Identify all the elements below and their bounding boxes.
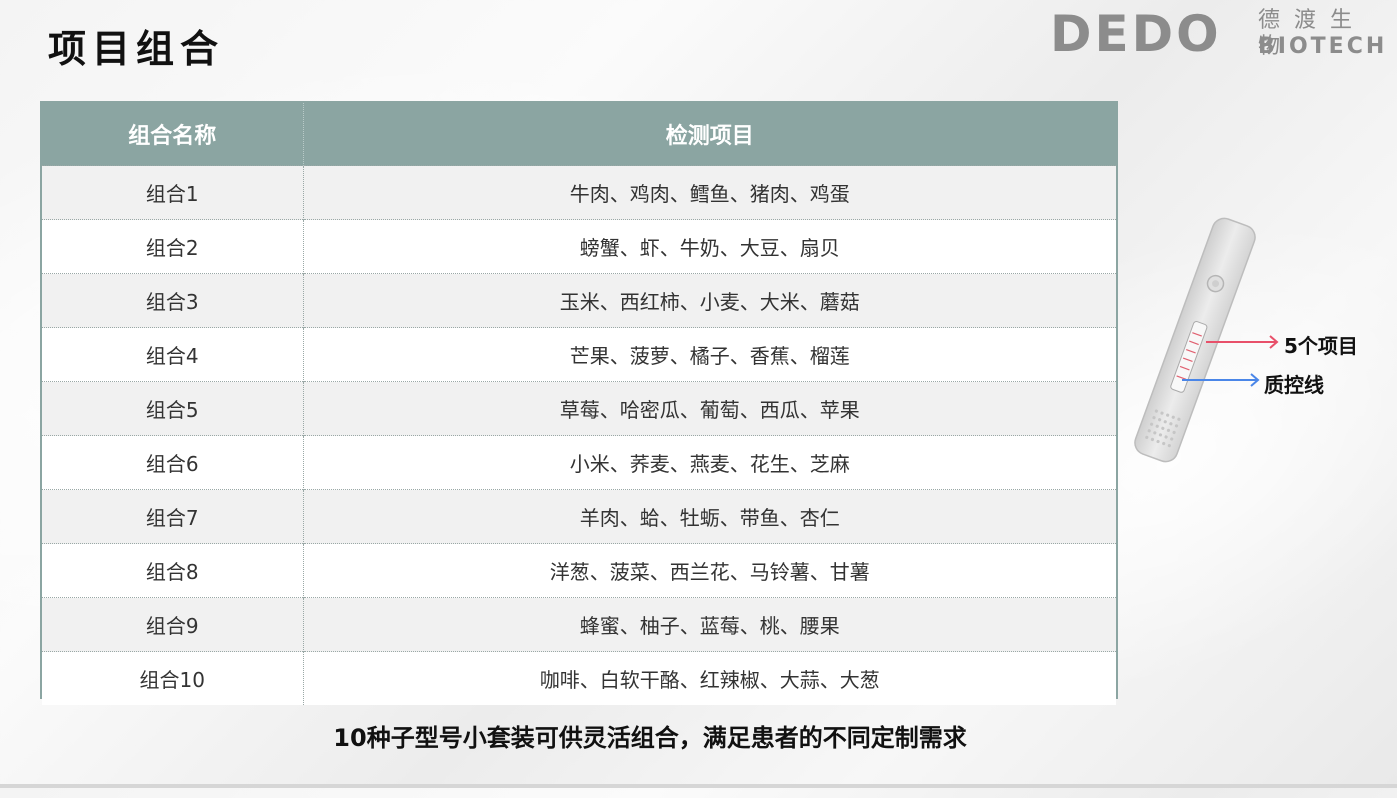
combination-name-cell: 组合4 — [42, 327, 304, 382]
table-row: 组合9 蜂蜜、柚子、蓝莓、桃、腰果 — [42, 597, 1116, 652]
table-row: 组合1 牛肉、鸡肉、鳕鱼、猪肉、鸡蛋 — [42, 165, 1116, 220]
header-combination-name: 组合名称 — [42, 103, 304, 166]
combination-name-cell: 组合1 — [42, 165, 304, 220]
table-row: 组合6 小米、荞麦、燕麦、花生、芝麻 — [42, 435, 1116, 490]
bottom-divider — [0, 784, 1397, 788]
combination-table: 组合名称 检测项目 组合1 牛肉、鸡肉、鳕鱼、猪肉、鸡蛋 组合2 螃蟹、虾、牛奶、大豆… — [40, 101, 1118, 705]
header-test-items: 检测项目 — [303, 103, 1116, 166]
test-items-cell: 螃蟹、虾、牛奶、大豆、扇贝 — [303, 219, 1116, 274]
combination-name-cell: 组合2 — [42, 219, 304, 274]
table-row: 组合4 芒果、菠萝、橘子、香蕉、榴莲 — [42, 327, 1116, 382]
test-items-cell: 羊肉、蛤、牡蛎、带鱼、杏仁 — [303, 489, 1116, 544]
combination-name-cell: 组合7 — [42, 489, 304, 544]
logo-name-en: BIOTECH — [1258, 34, 1388, 59]
test-items-cell: 洋葱、菠菜、西兰花、马铃薯、甘薯 — [303, 543, 1116, 598]
table-row: 组合10 咖啡、白软干酪、红辣椒、大蒜、大葱 — [42, 651, 1116, 705]
combination-name-cell: 组合6 — [42, 435, 304, 490]
test-items-cell: 玉米、西红柿、小麦、大米、蘑菇 — [303, 273, 1116, 328]
table-row: 组合8 洋葱、菠菜、西兰花、马铃薯、甘薯 — [42, 543, 1116, 598]
test-items-cell: 芒果、菠萝、橘子、香蕉、榴莲 — [303, 327, 1116, 382]
test-items-cell: 草莓、哈密瓜、葡萄、西瓜、苹果 — [303, 381, 1116, 436]
table-row: 组合2 螃蟹、虾、牛奶、大豆、扇贝 — [42, 219, 1116, 274]
footer-note: 10种子型号小套装可供灵活组合，满足患者的不同定制需求 — [333, 724, 967, 752]
table-header-row: 组合名称 检测项目 — [42, 103, 1116, 166]
table-row: 组合3 玉米、西红柿、小麦、大米、蘑菇 — [42, 273, 1116, 328]
company-logo: DEDO 德渡生物 BIOTECH — [1050, 8, 1390, 60]
test-items-cell: 小米、荞麦、燕麦、花生、芝麻 — [303, 435, 1116, 490]
test-lines-label: 5个项目 — [1284, 334, 1358, 358]
combination-name-cell: 组合9 — [42, 597, 304, 652]
logo-brand: DEDO — [1050, 5, 1222, 63]
combination-name-cell: 组合8 — [42, 543, 304, 598]
control-line-label: 质控线 — [1264, 373, 1324, 397]
combination-name-cell: 组合3 — [42, 273, 304, 328]
combination-name-cell: 组合5 — [42, 381, 304, 436]
test-items-cell: 蜂蜜、柚子、蓝莓、桃、腰果 — [303, 597, 1116, 652]
test-items-cell: 咖啡、白软干酪、红辣椒、大蒜、大葱 — [303, 651, 1116, 705]
test-items-cell: 牛肉、鸡肉、鳕鱼、猪肉、鸡蛋 — [303, 165, 1116, 220]
test-strip-diagram: 5个项目 质控线 — [1120, 210, 1390, 470]
combination-name-cell: 组合10 — [42, 651, 304, 705]
table-row: 组合5 草莓、哈密瓜、葡萄、西瓜、苹果 — [42, 381, 1116, 436]
page-title: 项目组合 — [48, 26, 225, 71]
table-row: 组合7 羊肉、蛤、牡蛎、带鱼、杏仁 — [42, 489, 1116, 544]
